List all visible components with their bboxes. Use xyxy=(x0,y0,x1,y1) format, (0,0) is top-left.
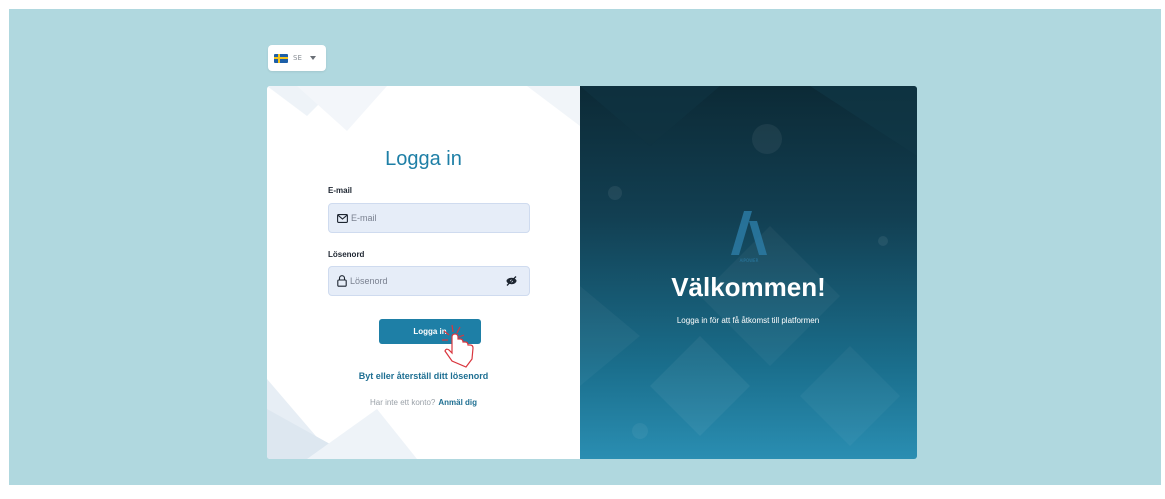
login-card: Logga in E-mail Lösenord xyxy=(267,86,917,459)
envelope-icon xyxy=(337,213,348,223)
welcome-panel: AIPOWER Välkommen! Logga in för att få å… xyxy=(580,86,917,459)
email-input[interactable] xyxy=(351,213,491,223)
aipower-logo-icon: AIPOWER xyxy=(731,211,767,263)
welcome-subtitle: Logga in för att få åtkomst till platfor… xyxy=(676,316,820,325)
logo-wordmark: AIPOWER xyxy=(740,258,759,263)
email-label: E-mail xyxy=(328,186,353,195)
email-field[interactable] xyxy=(328,203,530,233)
reset-password-link[interactable]: Byt eller återställ ditt lösenord xyxy=(267,371,580,381)
login-title: Logga in xyxy=(385,148,462,170)
password-field[interactable] xyxy=(328,266,530,296)
language-code: SE xyxy=(293,54,302,62)
login-form-panel: Logga in E-mail Lösenord xyxy=(267,86,580,459)
page-background: SE Logga in E-mail E-mail Lösenord Logga… xyxy=(9,9,1161,485)
password-label: Lösenord xyxy=(328,250,365,259)
hand-pointer-icon xyxy=(442,324,474,368)
welcome-title: Välkommen! xyxy=(671,272,826,302)
chevron-down-icon xyxy=(309,56,316,60)
lock-icon xyxy=(337,275,347,287)
signup-question: Har inte ett konto? xyxy=(369,398,436,407)
password-input[interactable] xyxy=(350,276,490,286)
signup-link[interactable]: Anmäl dig xyxy=(438,398,477,407)
signup-prompt: Har inte ett konto? Anmäl dig xyxy=(267,398,580,407)
decorative-shapes-top xyxy=(267,86,580,131)
language-selector[interactable]: SE xyxy=(268,45,326,71)
sweden-flag-icon xyxy=(274,53,288,63)
eye-off-icon[interactable] xyxy=(506,276,517,286)
